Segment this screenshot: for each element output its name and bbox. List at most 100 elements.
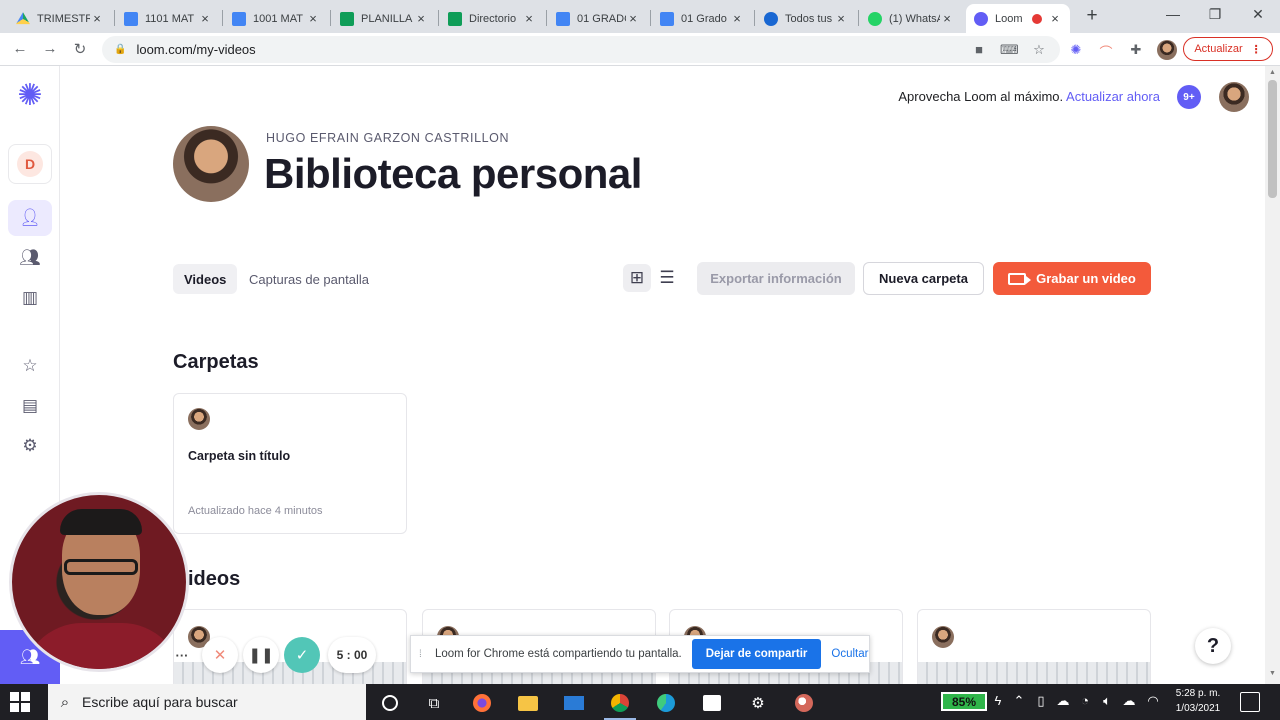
scroll-down-icon[interactable]: ▼ [1265, 670, 1280, 677]
cloud-icon[interactable]: ☁ [1054, 693, 1072, 709]
help-button[interactable]: ? [1195, 628, 1231, 664]
close-icon[interactable]: × [834, 11, 848, 26]
sidebar-item-archive[interactable]: ▤ [8, 388, 52, 424]
classroom-icon [764, 11, 778, 26]
browser-tab[interactable]: 01 Grado × [652, 4, 752, 33]
store-icon[interactable] [692, 688, 732, 718]
file-explorer-icon[interactable] [508, 688, 548, 718]
app-settings-icon[interactable]: ⚙ [738, 688, 778, 718]
volume-icon[interactable]: 🔈︎ [1098, 693, 1116, 709]
page-scrollbar[interactable]: ▲ ▼ [1265, 66, 1280, 686]
translate-icon[interactable]: ⌨ [1000, 42, 1019, 58]
browser-tab[interactable]: PLANILLA × [332, 4, 436, 33]
video-card[interactable] [917, 609, 1151, 686]
chrome-update-button[interactable]: Actualizar ⋮ [1183, 37, 1273, 61]
close-icon[interactable]: × [198, 11, 212, 26]
window-close-icon[interactable]: ✕ [1243, 6, 1273, 23]
cancel-recording-button[interactable]: ✕ [202, 637, 238, 673]
profile-avatar[interactable] [1157, 40, 1177, 60]
cortana-icon[interactable] [370, 688, 410, 718]
windows-taskbar: ⌕ Escribe aquí para buscar ⧉ ⚙ 85% ϟ ⌃ ▯… [0, 684, 1280, 720]
user-avatar[interactable] [1219, 82, 1249, 112]
close-icon[interactable]: × [626, 11, 640, 26]
videos-heading: ideos [188, 568, 241, 590]
loom-extension-icon[interactable]: ✺ [1067, 42, 1085, 58]
close-icon[interactable]: × [940, 11, 954, 26]
new-tab-icon[interactable]: + [1082, 5, 1102, 27]
drag-handle-icon[interactable]: ⁞ [419, 649, 429, 660]
chevron-up-icon[interactable]: ⌃ [1010, 693, 1028, 709]
reload-icon[interactable]: ↻ [70, 40, 90, 58]
firefox-icon[interactable] [462, 688, 502, 718]
sidebar-item-favorites[interactable]: ☆ [8, 348, 52, 384]
browser-tab[interactable]: 01 GRADO × [548, 4, 648, 33]
edge-icon[interactable] [646, 688, 686, 718]
browser-tab[interactable]: Todos tus × [756, 4, 856, 33]
windows-start-icon[interactable] [10, 692, 30, 712]
workspace-switcher[interactable]: D [8, 144, 52, 184]
back-icon[interactable]: ← [10, 40, 30, 57]
onedrive-icon[interactable]: ☁ [1120, 693, 1138, 709]
notification-badge[interactable]: 9+ [1177, 85, 1201, 109]
wifi-icon[interactable]: ◔ [1076, 693, 1094, 708]
task-view-icon[interactable]: ⧉ [414, 688, 454, 718]
bookmark-star-icon[interactable]: ☆ [1030, 42, 1048, 58]
close-icon[interactable]: × [522, 11, 536, 26]
hide-banner-button[interactable]: Ocultar [831, 648, 868, 660]
library-owner-avatar [173, 126, 249, 202]
notification-center-icon[interactable] [1240, 692, 1260, 712]
sidebar-item-workspace[interactable]: ▥ [8, 280, 52, 316]
chrome-icon[interactable] [600, 688, 640, 720]
scrollbar-thumb[interactable] [1268, 80, 1277, 198]
extension-icon[interactable]: ⌒ [1097, 42, 1115, 61]
close-icon[interactable]: × [1048, 11, 1062, 26]
pause-recording-button[interactable]: ❚❚ [243, 637, 279, 673]
list-view-icon[interactable]: ☰ [653, 264, 681, 292]
taskbar-search[interactable]: ⌕ Escribe aquí para buscar [48, 684, 366, 720]
new-folder-button[interactable]: Nueva carpeta [863, 262, 984, 295]
puzzle-extensions-icon[interactable]: ✚ [1127, 42, 1145, 58]
sidebar-item-team[interactable]: 👥︎ [8, 240, 52, 276]
record-video-button[interactable]: Grabar un video [993, 262, 1151, 295]
more-options-icon[interactable]: ··· [170, 637, 194, 673]
browser-tab[interactable]: 1101 MAT × [116, 4, 220, 33]
minimize-icon[interactable]: — [1158, 6, 1188, 22]
clock-date: 1/03/2021 [1175, 703, 1221, 714]
network-icon[interactable]: ◠ [1144, 693, 1162, 709]
google-drive-icon [16, 12, 30, 25]
browser-tab[interactable]: 1001 MAT × [224, 4, 328, 33]
tab-screenshots[interactable]: Capturas de pantalla [238, 264, 380, 294]
browser-tab[interactable]: Directorio × [440, 4, 544, 33]
browser-tab-active[interactable]: Loom × [966, 4, 1070, 33]
owner-name: HUGO EFRAIN GARZON CASTRILLON [266, 131, 510, 145]
camera-icon[interactable]: ■ [970, 42, 988, 57]
google-sheets-icon [448, 11, 462, 26]
system-clock[interactable]: 5:28 p. m. 1/03/2021 [1166, 686, 1230, 716]
loom-logo-icon[interactable]: ✺ [14, 80, 46, 112]
grid-view-icon[interactable]: ⊞ [623, 264, 651, 292]
browser-tab[interactable]: TRIMESTRE × [8, 4, 112, 33]
stop-sharing-button[interactable]: Dejar de compartir [691, 639, 822, 669]
person-icon: 👤︎ [19, 208, 41, 227]
battery-indicator[interactable]: 85% [941, 692, 987, 711]
maximize-icon[interactable]: ❐ [1200, 6, 1230, 23]
close-icon[interactable]: × [90, 11, 104, 26]
forward-icon[interactable]: → [40, 40, 60, 57]
close-icon[interactable]: × [414, 11, 428, 26]
mail-icon[interactable] [554, 688, 594, 718]
address-bar[interactable]: 🔒 loom.com/my-videos [102, 36, 1060, 63]
tab-videos[interactable]: Videos [173, 264, 238, 294]
browser-tab[interactable]: (1) WhatsApp × [860, 4, 962, 33]
close-icon[interactable]: × [730, 11, 744, 26]
folder-card[interactable]: Carpeta sin título Actualizado hace 4 mi… [173, 393, 407, 534]
camera-bubble[interactable] [9, 492, 189, 672]
finish-recording-button[interactable]: ✓ [284, 637, 320, 673]
sidebar-item-settings[interactable]: ⚙ [8, 428, 52, 464]
export-button[interactable]: Exportar información [697, 262, 855, 295]
upgrade-now-link[interactable]: Actualizar ahora [1066, 89, 1160, 104]
device-icon[interactable]: ▯ [1032, 693, 1050, 709]
paint-app-icon[interactable] [784, 688, 824, 718]
scroll-up-icon[interactable]: ▲ [1265, 69, 1280, 76]
close-icon[interactable]: × [306, 11, 320, 26]
sidebar-item-personal-library[interactable]: 👤︎ [8, 200, 52, 236]
